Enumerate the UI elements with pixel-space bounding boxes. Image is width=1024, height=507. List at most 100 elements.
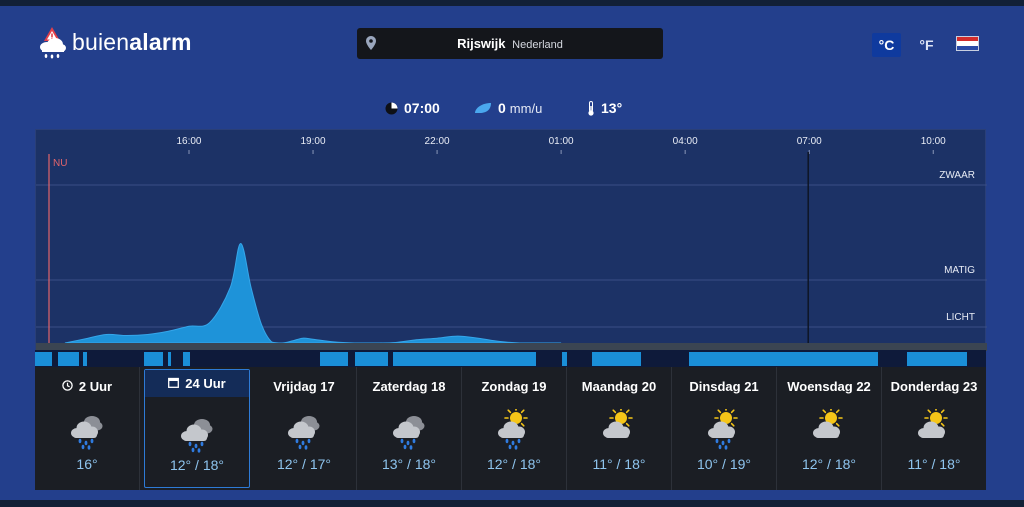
celsius-button[interactable]: °C <box>872 33 901 57</box>
day-card-temperature: 12° / 18° <box>169 457 224 473</box>
day-card-title: Woensdag 22 <box>777 379 881 394</box>
rain-strip-segment <box>144 352 163 366</box>
level-label-matig: MATIG <box>944 265 975 276</box>
day-card-title: 2 Uur <box>35 379 139 394</box>
day-card-label: Zondag 19 <box>481 379 547 394</box>
day-card-temperature: 10° / 19° <box>696 456 751 472</box>
rain-strip-segment <box>772 352 878 366</box>
day-card-label: 24 Uur <box>185 376 226 391</box>
time-tick-label: 01:00 <box>548 136 574 147</box>
day-card-label: Donderdag 23 <box>890 379 978 394</box>
summary-temperature-value: 13° <box>601 100 623 116</box>
day-card-2[interactable]: Vrijdag 17 12° / 17° <box>252 367 357 490</box>
day-card-1[interactable]: 24 Uur 12° / 18° <box>144 369 250 488</box>
sun-cloud-icon <box>810 406 848 456</box>
rain-chart-svg <box>36 150 987 351</box>
location-pin-icon <box>366 36 376 50</box>
sun-cloud-icon <box>915 406 953 456</box>
location-text: Rijswijk Nederland <box>357 36 663 51</box>
day-card-temperature: 11° / 18° <box>907 456 961 472</box>
rain-area <box>64 242 562 344</box>
day-card-label: 2 Uur <box>78 379 113 394</box>
day-forecast-list: 2 Uur 16° 24 Uur 12° / 18° Vrijdag 17 12… <box>35 367 986 490</box>
thermometer-icon <box>588 100 594 116</box>
rain-strip-segment <box>355 352 388 366</box>
logo-text-bold: alarm <box>129 28 192 55</box>
rain-forecast-strip <box>35 350 986 367</box>
now-label: NU <box>53 158 68 169</box>
day-card-8[interactable]: Donderdag 23 11° / 18° <box>882 367 986 490</box>
logo-text-light: buien <box>72 28 130 55</box>
cloud-rain-icon <box>178 412 216 459</box>
logo[interactable]: buienalarm <box>38 24 192 60</box>
day-card-label: Zaterdag 18 <box>372 379 446 394</box>
day-card-title: Zaterdag 18 <box>357 379 461 394</box>
level-label-licht: LICHT <box>946 312 975 323</box>
day-card-temperature: 12° / 18° <box>486 456 541 472</box>
time-tick-label: 04:00 <box>672 136 698 147</box>
location-search[interactable]: Rijswijk Nederland <box>357 28 663 59</box>
day-card-title: Donderdag 23 <box>882 379 986 394</box>
page: buienalarm Rijswijk Nederland °C °F 07:0… <box>0 6 1024 500</box>
day-card-temperature: 11° / 18° <box>592 456 646 472</box>
summary-rain-value: 0 <box>498 100 506 116</box>
rain-chart[interactable]: ZWAAR MATIG LICHT 16:00 19:00 22:00 01:00 04:00… <box>35 129 987 351</box>
day-card-title: Maandag 20 <box>567 379 671 394</box>
rain-strip-segment <box>320 352 348 366</box>
rain-strip-segment <box>907 352 967 366</box>
language-flag-icon[interactable] <box>956 36 979 51</box>
day-card-temperature: 12° / 17° <box>276 456 331 472</box>
location-city: Rijswijk <box>457 36 506 51</box>
current-summary: 07:00 0 mm/u 13° <box>0 98 1024 118</box>
summary-time: 07:00 <box>385 98 440 118</box>
clock-icon <box>62 379 73 394</box>
time-tick-label: 10:00 <box>920 136 946 147</box>
day-card-0[interactable]: 2 Uur 16° <box>35 367 140 490</box>
cloud-rain-icon <box>68 409 106 456</box>
sun-cloud-rain-icon <box>495 406 533 456</box>
day-card-temperature: 16° <box>76 456 98 472</box>
day-card-label: Woensdag 22 <box>787 379 871 394</box>
rain-strip-segment <box>83 352 87 366</box>
rain-strip-segment <box>393 352 456 366</box>
day-card-7[interactable]: Woensdag 22 12° / 18° <box>777 367 882 490</box>
day-card-title: Dinsdag 21 <box>672 379 776 394</box>
logo-icon <box>40 27 66 59</box>
rain-strip-segment <box>592 352 641 366</box>
day-card-title: Vrijdag 17 <box>252 379 356 394</box>
level-label-zwaar: ZWAAR <box>939 170 975 181</box>
calendar-icon <box>168 376 180 391</box>
rain-strip-segment <box>456 352 536 366</box>
rain-strip-segment <box>562 352 567 366</box>
cloud-rain-icon <box>390 409 428 456</box>
summary-rain: 0 mm/u <box>474 98 542 118</box>
day-card-3[interactable]: Zaterdag 18 13° / 18° <box>357 367 462 490</box>
sun-cloud-rain-icon <box>705 406 743 456</box>
summary-temperature: 13° <box>587 98 622 118</box>
day-card-temperature: 13° / 18° <box>381 456 436 472</box>
time-tick-label: 16:00 <box>176 136 202 147</box>
rain-strip-segment <box>183 352 190 366</box>
cloud-rain-icon <box>285 409 323 456</box>
rain-strip-segment <box>35 352 52 366</box>
day-card-label: Vrijdag 17 <box>273 379 335 394</box>
rain-strip-segment <box>689 352 772 366</box>
summary-time-value: 07:00 <box>404 100 440 116</box>
day-card-4[interactable]: Zondag 19 12° / 18° <box>462 367 567 490</box>
sun-cloud-icon <box>600 406 638 456</box>
time-tick-label: 22:00 <box>424 136 450 147</box>
day-card-title: 24 Uur <box>145 370 249 397</box>
flag-stripe-blue <box>957 45 978 50</box>
clock-icon <box>385 102 398 114</box>
day-card-title: Zondag 19 <box>462 379 566 394</box>
rain-strip-segment <box>168 352 171 366</box>
day-card-5[interactable]: Maandag 20 11° / 18° <box>567 367 672 490</box>
day-card-6[interactable]: Dinsdag 21 10° / 19° <box>672 367 777 490</box>
rain-strip-segment <box>58 352 79 366</box>
time-tick-label: 19:00 <box>300 136 326 147</box>
day-card-temperature: 12° / 18° <box>801 456 856 472</box>
fahrenheit-button[interactable]: °F <box>912 33 941 57</box>
location-country: Nederland <box>512 39 563 51</box>
bottom-edge <box>0 500 1024 507</box>
summary-rain-unit: mm/u <box>509 100 543 116</box>
